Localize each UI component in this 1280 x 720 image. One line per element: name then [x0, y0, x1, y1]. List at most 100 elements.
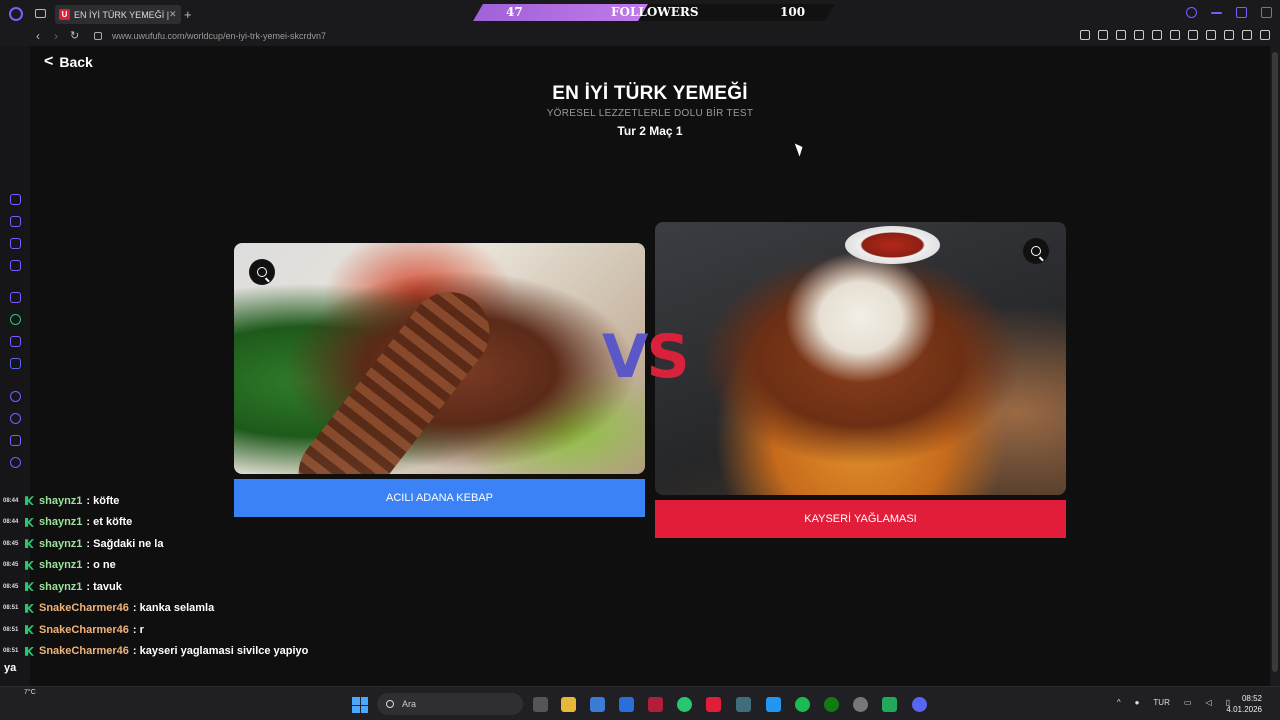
mail-icon[interactable] — [619, 697, 634, 712]
taskbar-search[interactable]: Ara — [377, 693, 523, 715]
play-icon[interactable] — [1152, 30, 1162, 40]
taskbar-clock[interactable]: 08:52 4.01.2026 — [1226, 693, 1262, 715]
calendar-icon[interactable] — [766, 697, 781, 712]
start-button-icon[interactable] — [352, 697, 368, 713]
instagram-icon[interactable] — [10, 336, 21, 347]
followers-label: FOLLOWERS — [611, 5, 699, 19]
chat-message: 08:44 shaynz1: köfte — [0, 490, 330, 512]
chat-message: 08:44 shaynz1: et köfte — [0, 512, 330, 534]
kick-badge-icon — [25, 646, 34, 656]
chat-username: shaynz1 — [39, 516, 83, 529]
chat-timestamp: 08:44 — [3, 519, 19, 526]
shield-icon[interactable] — [1116, 30, 1126, 40]
chat-message: 08:51 SnakeCharmer46: kayseri yaglamasi s… — [0, 641, 330, 663]
vs-s: S — [646, 322, 689, 392]
chat-text: : kayseri yaglamasi sivilce yapiyo — [132, 645, 309, 658]
kick-badge-icon — [25, 560, 34, 570]
network-icon[interactable]: ▭ — [1184, 698, 1192, 707]
active-tab[interactable]: U EN İYİ TÜRK YEMEĞİ | Uw ✕ — [55, 5, 181, 24]
left-choice-image[interactable] — [234, 243, 645, 474]
forward-nav-icon[interactable]: › — [54, 29, 58, 43]
translate-icon[interactable] — [1134, 30, 1144, 40]
chat-username: SnakeCharmer46 — [39, 623, 129, 636]
chat-timestamp: 08:44 — [3, 497, 19, 504]
spotify-icon[interactable] — [795, 697, 810, 712]
download-icon[interactable] — [1224, 30, 1234, 40]
scrollbar-thumb[interactable] — [1272, 52, 1278, 672]
valorant-icon[interactable] — [706, 697, 721, 712]
player-icon[interactable] — [10, 391, 21, 402]
chat-message: 08:45 shaynz1: o ne — [0, 555, 330, 577]
whatsapp-icon[interactable] — [10, 314, 21, 325]
tab-title: EN İYİ TÜRK YEMEĞİ | Uw — [74, 9, 169, 20]
tab-list-icon[interactable] — [35, 9, 46, 18]
address-bar: ‹ › ↻ www.uwufufu.com/worldcup/en-iyi-tr… — [0, 28, 1280, 46]
right-choice-image[interactable] — [655, 222, 1066, 495]
chat-timestamp: 08:51 — [3, 626, 19, 633]
url-field[interactable]: www.uwufufu.com/worldcup/en-iyi-trk-yeme… — [112, 31, 326, 41]
site-favicon-icon: U — [59, 9, 70, 20]
chat-text: : et köfte — [86, 516, 133, 529]
mouse-cursor-icon — [794, 141, 806, 157]
heart-icon[interactable] — [1170, 30, 1180, 40]
xbox-icon[interactable] — [824, 697, 839, 712]
screenshot-icon[interactable] — [1098, 30, 1108, 40]
chat-text: : o ne — [86, 559, 116, 572]
search-icon[interactable] — [1186, 7, 1197, 18]
settings-icon[interactable] — [10, 457, 21, 468]
zoom-icon[interactable] — [1023, 238, 1049, 264]
notes-icon[interactable] — [10, 238, 21, 249]
mic-icon[interactable]: ● — [1135, 698, 1140, 707]
clock-time: 08:52 — [1241, 694, 1262, 703]
kick-badge-icon — [25, 496, 34, 506]
lock-icon — [94, 32, 102, 40]
ai-icon[interactable] — [1242, 30, 1252, 40]
new-tab-button[interactable]: + — [184, 7, 192, 22]
pepper-bowl — [845, 226, 940, 264]
game-launcher-icon[interactable] — [882, 697, 897, 712]
language-indicator[interactable]: TUR — [1153, 698, 1169, 707]
system-tray: ^ ● TUR ▭ ◁ ▯ — [1117, 698, 1230, 707]
chat-username: shaynz1 — [39, 537, 83, 550]
profile-icon[interactable] — [1206, 30, 1216, 40]
app-icon[interactable] — [736, 697, 751, 712]
browser-app-icon[interactable] — [648, 697, 663, 712]
m-icon[interactable] — [10, 260, 21, 271]
menu-icon[interactable] — [1260, 30, 1270, 40]
chat-message: 08:45 shaynz1: Sağdaki ne la — [0, 533, 330, 555]
steam-icon[interactable] — [853, 697, 868, 712]
close-icon[interactable] — [1261, 7, 1272, 18]
chevron-up-icon[interactable]: ^ — [1117, 698, 1121, 707]
extensions-icon[interactable] — [1188, 30, 1198, 40]
chat-text: : tavuk — [86, 580, 122, 593]
tabs-icon[interactable] — [10, 435, 21, 446]
chat-username: shaynz1 — [39, 559, 83, 572]
volume-icon[interactable]: ◁ — [1205, 698, 1211, 707]
right-choice-button[interactable]: KAYSERİ YAĞLAMASI — [655, 500, 1066, 538]
clock-icon[interactable] — [10, 413, 21, 424]
browser-logo-icon[interactable] — [9, 7, 23, 21]
page-subtitle: YÖRESEL LEZZETLERLE DOLU BİR TEST — [546, 108, 754, 119]
store-icon[interactable] — [590, 697, 605, 712]
followers-current: 47 — [506, 5, 523, 19]
chat-wrap-line: ya — [0, 662, 330, 680]
whatsapp-app-icon[interactable] — [677, 697, 692, 712]
discord-app-icon[interactable] — [912, 697, 927, 712]
page-scrollbar[interactable] — [1270, 46, 1280, 686]
task-view-icon[interactable] — [533, 697, 548, 712]
minimize-icon[interactable] — [1211, 12, 1222, 14]
maximize-icon[interactable] — [1236, 7, 1247, 18]
zoom-icon[interactable] — [249, 259, 275, 285]
file-explorer-icon[interactable] — [561, 697, 576, 712]
back-nav-icon[interactable]: ‹ — [36, 29, 40, 43]
twitch-icon[interactable] — [10, 292, 21, 303]
tab-close-icon[interactable]: ✕ — [169, 9, 181, 20]
reload-icon[interactable]: ↻ — [70, 29, 79, 42]
history-icon[interactable] — [10, 194, 21, 205]
bookmark-icon[interactable] — [1080, 30, 1090, 40]
ai-chat-icon[interactable] — [10, 216, 21, 227]
back-button[interactable]: < Back — [44, 53, 93, 71]
discord-icon[interactable] — [10, 358, 21, 369]
chat-username: SnakeCharmer46 — [39, 602, 129, 615]
weather-widget[interactable]: 7°C — [24, 689, 36, 696]
